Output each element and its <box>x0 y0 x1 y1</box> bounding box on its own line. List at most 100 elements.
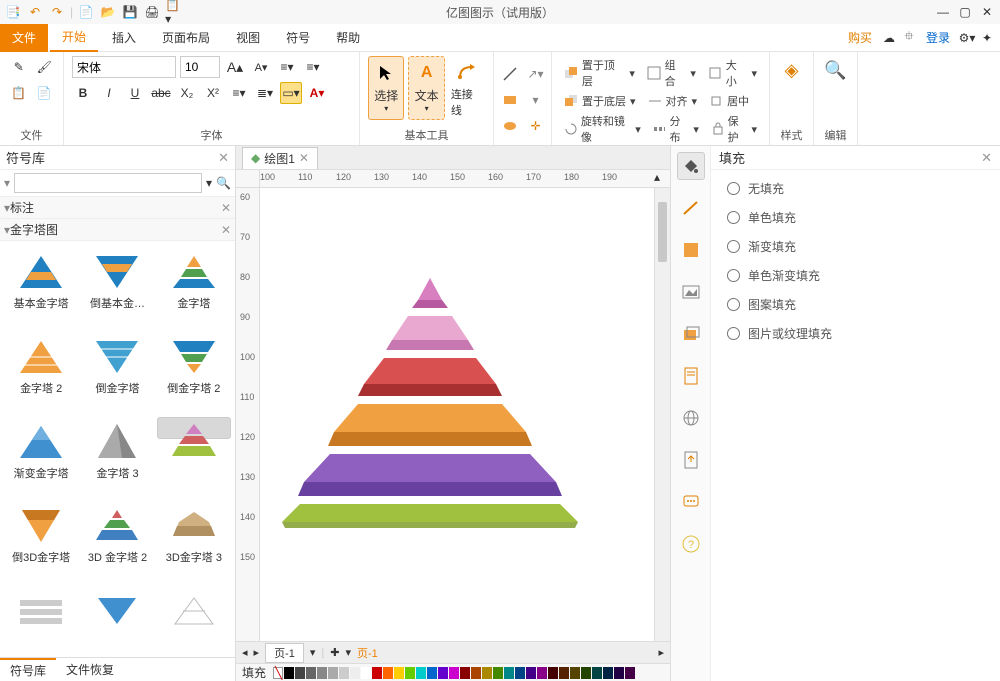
color-swatch[interactable] <box>537 667 547 679</box>
color-swatch[interactable] <box>526 667 536 679</box>
shape-item[interactable]: 金字塔 2 <box>4 332 78 413</box>
align-icon[interactable]: ≡▾ <box>228 82 250 104</box>
list-icon[interactable]: ≣▾ <box>254 82 276 104</box>
menu-page-layout[interactable]: 页面布局 <box>150 24 222 52</box>
color-swatch[interactable] <box>284 667 294 679</box>
color-swatch[interactable] <box>471 667 481 679</box>
cloud-icon[interactable]: ☁ <box>880 29 898 47</box>
copy-icon[interactable]: 📋 <box>8 82 30 104</box>
login-link[interactable]: 登录 <box>926 29 950 46</box>
bring-front-button[interactable]: 置于顶层▾ <box>560 56 639 90</box>
close-lib-icon[interactable]: ✕ <box>221 223 231 237</box>
shape-item[interactable]: 金字塔 3 <box>80 417 154 498</box>
color-swatch[interactable] <box>306 667 316 679</box>
close-tab-icon[interactable]: ✕ <box>299 151 309 165</box>
tab-symbol-library[interactable]: 符号库 <box>0 658 56 681</box>
shape-item[interactable] <box>80 586 154 651</box>
color-swatch[interactable] <box>339 667 349 679</box>
add-page-icon[interactable]: ✚ <box>330 646 339 659</box>
fill-tool-icon[interactable] <box>677 152 705 180</box>
layer-tool-icon[interactable] <box>677 320 705 348</box>
strike-icon[interactable]: abc <box>150 82 172 104</box>
help-tool-icon[interactable]: ? <box>677 530 705 558</box>
color-swatch[interactable] <box>614 667 624 679</box>
shape-item[interactable]: 倒金字塔 2 <box>157 332 231 413</box>
page-tool-icon[interactable] <box>677 362 705 390</box>
color-swatch[interactable] <box>350 667 360 679</box>
decrease-font-icon[interactable]: A▾ <box>250 56 272 78</box>
line-tool-icon[interactable] <box>677 194 705 222</box>
ellipse-shape-icon[interactable] <box>499 115 521 137</box>
paste-icon[interactable]: 📄 <box>34 82 56 104</box>
color-swatch[interactable] <box>603 667 613 679</box>
page-tab[interactable]: 页-1 <box>265 643 304 663</box>
protect-button[interactable]: 保护▾ <box>707 112 761 146</box>
line-shape-icon[interactable] <box>499 63 521 85</box>
export-icon[interactable]: 📋▾ <box>165 3 183 21</box>
dropdown-icon[interactable]: ▾ <box>206 176 212 190</box>
fill-radio[interactable] <box>727 182 740 195</box>
fill-radio[interactable] <box>727 269 740 282</box>
shape-item[interactable]: 3D 金字塔 2 <box>80 501 154 582</box>
font-color-icon[interactable]: A▾ <box>306 82 328 104</box>
color-swatch[interactable] <box>328 667 338 679</box>
close-lib-icon[interactable]: ✕ <box>221 201 231 215</box>
send-back-button[interactable]: 置于底层▾ <box>560 92 640 110</box>
color-swatch[interactable] <box>361 667 371 679</box>
group-button[interactable]: 组合▾ <box>643 56 700 90</box>
rect-shape-icon[interactable] <box>499 89 521 111</box>
no-fill-swatch[interactable]: ╲ <box>273 667 283 679</box>
shape-item[interactable]: 金字塔 <box>157 247 231 328</box>
shape-item[interactable]: 3D金字塔 3 <box>157 501 231 582</box>
shape-item[interactable]: 3D金字塔 <box>157 417 231 439</box>
color-swatch[interactable] <box>438 667 448 679</box>
brush-icon[interactable]: 🖌 <box>34 56 56 78</box>
page-menu-icon[interactable]: ▾ <box>310 646 316 659</box>
library-callout-header[interactable]: ▾ 标注✕ <box>0 197 235 219</box>
color-swatch[interactable] <box>482 667 492 679</box>
line-spacing-icon[interactable]: ≡▾ <box>302 56 324 78</box>
search-icon[interactable]: 🔍 <box>216 176 231 190</box>
vertical-scrollbar[interactable] <box>654 188 670 641</box>
comment-tool-icon[interactable] <box>677 488 705 516</box>
close-panel-icon[interactable]: ✕ <box>218 150 229 166</box>
color-swatch[interactable] <box>427 667 437 679</box>
color-swatch[interactable] <box>592 667 602 679</box>
color-swatch[interactable] <box>416 667 426 679</box>
menu-home[interactable]: 开始 <box>50 24 98 52</box>
color-swatch[interactable] <box>394 667 404 679</box>
color-swatch[interactable] <box>548 667 558 679</box>
image-tool-icon[interactable] <box>677 278 705 306</box>
color-swatch[interactable] <box>515 667 525 679</box>
superscript-icon[interactable]: X² <box>202 82 224 104</box>
menu-help[interactable]: 帮助 <box>324 24 372 52</box>
color-swatch[interactable] <box>625 667 635 679</box>
increase-font-icon[interactable]: A▴ <box>224 56 246 78</box>
bullets-icon[interactable]: ≡▾ <box>276 56 298 78</box>
more-shape-icon[interactable]: ▾ <box>525 89 547 111</box>
save-icon[interactable]: 💾 <box>121 3 139 21</box>
rotate-button[interactable]: 旋转和镜像▾ <box>560 112 645 146</box>
open-icon[interactable]: 📂 <box>99 3 117 21</box>
shape-item[interactable] <box>157 586 231 651</box>
tab-file-recovery[interactable]: 文件恢复 <box>56 658 124 681</box>
fill-option[interactable]: 图案填充 <box>727 296 984 313</box>
print-icon[interactable]: 🖨 <box>143 3 161 21</box>
color-swatch[interactable] <box>581 667 591 679</box>
color-swatch[interactable] <box>570 667 580 679</box>
crop-icon[interactable]: ✛ <box>525 115 547 137</box>
menu-insert[interactable]: 插入 <box>100 24 148 52</box>
fill-option[interactable]: 单色渐变填充 <box>727 267 984 284</box>
color-swatch[interactable] <box>504 667 514 679</box>
share-icon[interactable]: ⯐ <box>900 29 918 47</box>
shape-item[interactable]: 倒3D金字塔 <box>4 501 78 582</box>
prev-page-icon[interactable]: ◂ <box>242 646 248 659</box>
export-tool-icon[interactable] <box>677 446 705 474</box>
fill-radio[interactable] <box>727 240 740 253</box>
document-tab[interactable]: ◆ 绘图1 ✕ <box>242 147 318 169</box>
shape-item[interactable]: 基本金字塔 <box>4 247 78 328</box>
bold-icon[interactable]: B <box>72 82 94 104</box>
pyramid-3d-shape[interactable] <box>280 278 580 531</box>
fill-option[interactable]: 图片或纹理填充 <box>727 325 984 342</box>
shape-item[interactable]: 倒基本金… <box>80 247 154 328</box>
